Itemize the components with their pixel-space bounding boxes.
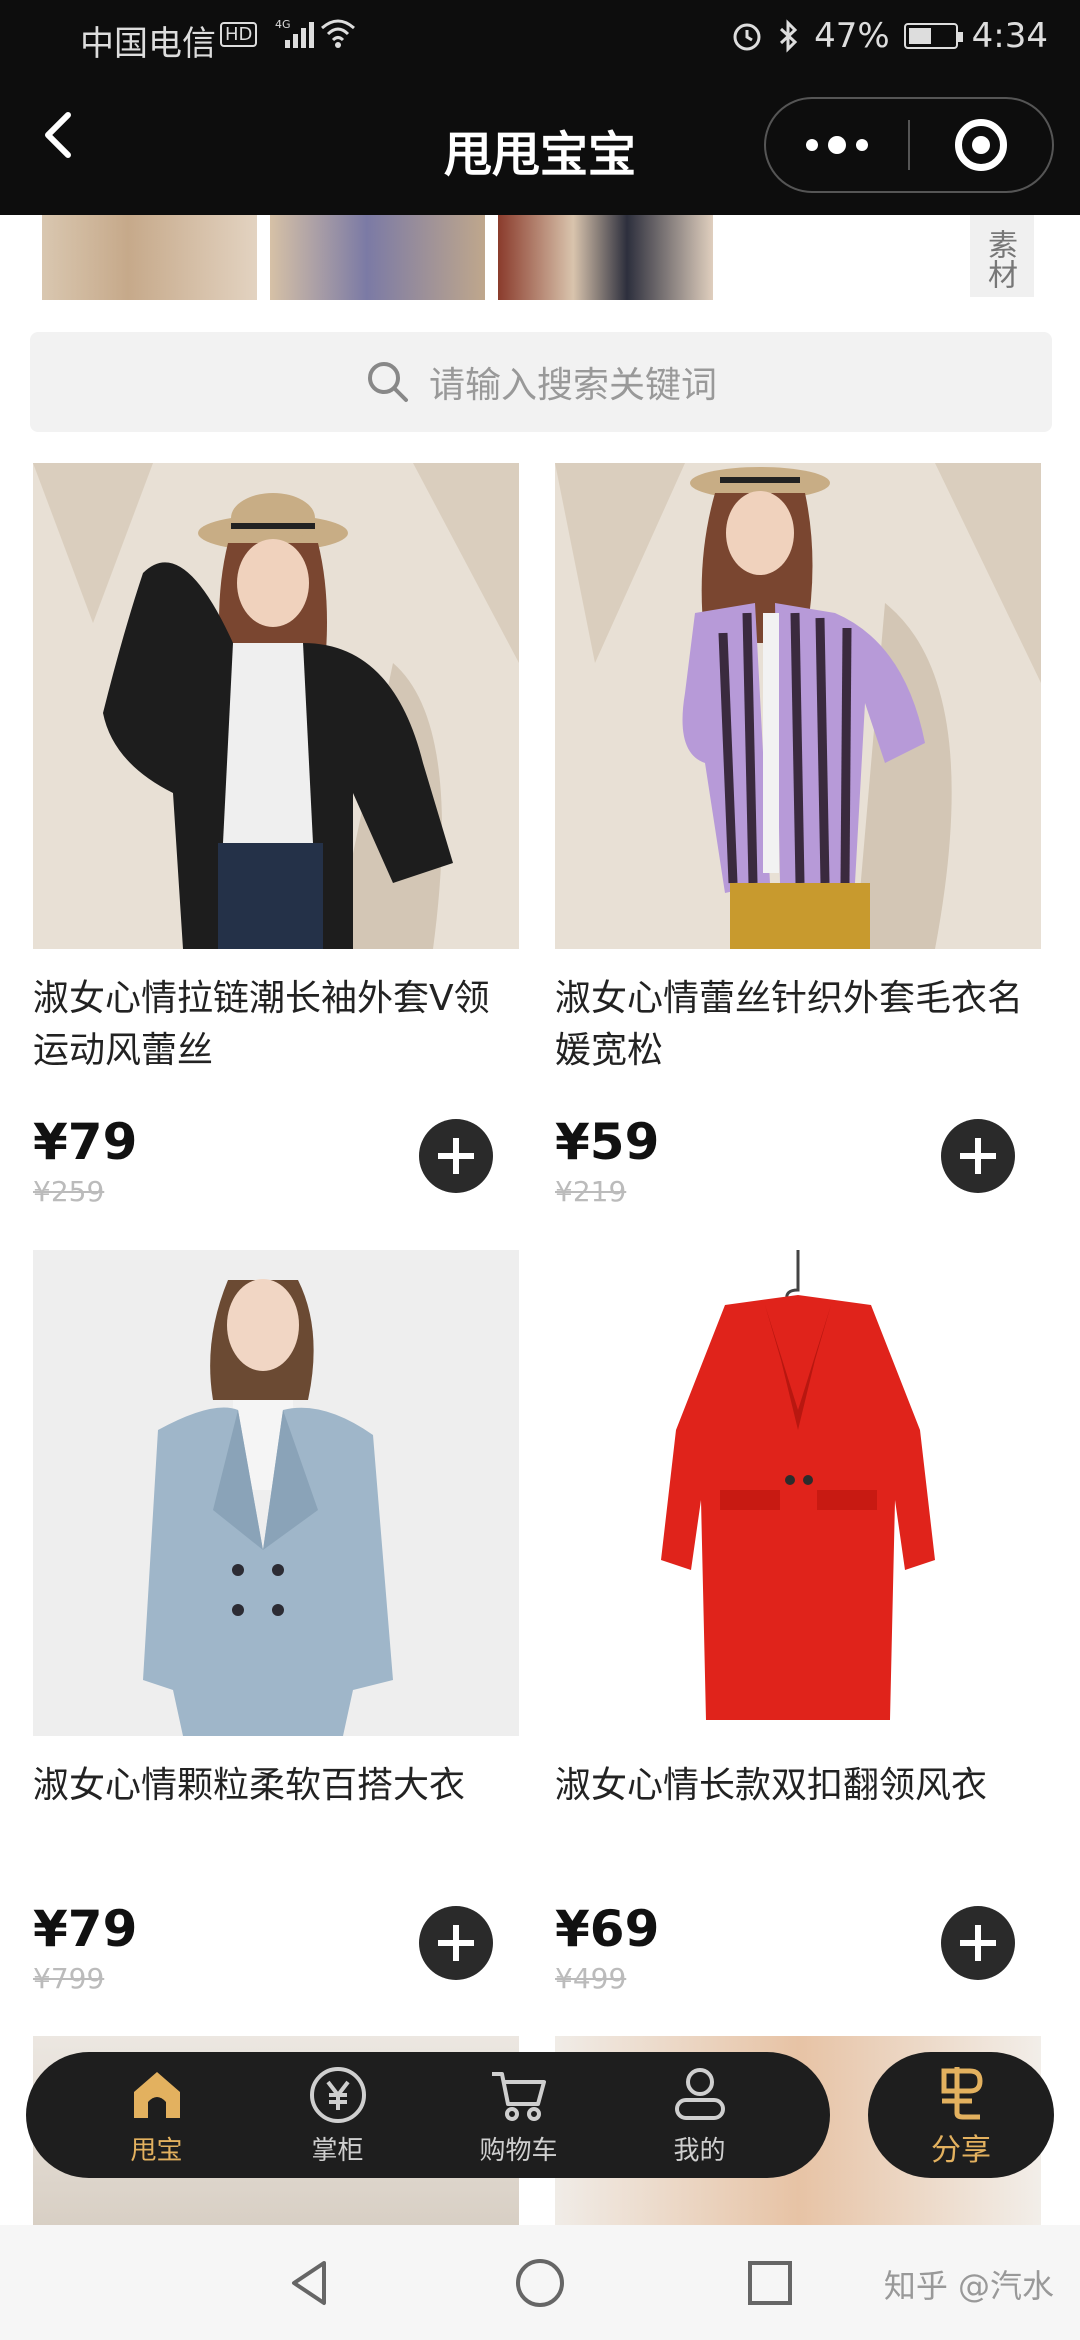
status-right: 47% 4:34 (730, 16, 1048, 56)
thumbnail-strip (0, 215, 1080, 300)
dot-icon (806, 139, 818, 151)
tab-shopkeeper[interactable]: 掌柜 (278, 2064, 398, 2167)
carrier-label: 中国电信 (80, 24, 216, 64)
product-name[interactable]: 淑女心情颗粒柔软百搭大衣 (33, 1760, 519, 1864)
title-bar: 甩甩宝宝 (0, 75, 1080, 215)
product-card[interactable]: 淑女心情颗粒柔软百搭大衣 ¥79 ¥799 (33, 1250, 519, 1995)
thumbnail-image[interactable] (42, 215, 257, 300)
nav-back-icon[interactable] (280, 2253, 340, 2313)
cart-icon (491, 2071, 546, 2121)
share-label: 分享 (931, 2133, 991, 2168)
add-to-cart-button[interactable] (419, 1119, 493, 1193)
product-card[interactable]: 淑女心情长款双扣翻领风衣 ¥69 ¥499 (555, 1250, 1041, 1995)
watermark: 知乎 @汽水 (883, 2267, 1054, 2305)
search-bar[interactable]: 请输入搜索关键词 (30, 332, 1052, 432)
product-name[interactable]: 淑女心情蕾丝针织外套毛衣名媛宽松 (555, 973, 1041, 1077)
tab-label: 掌柜 (311, 2135, 364, 2166)
product-name[interactable]: 淑女心情长款双扣翻领风衣 (555, 1760, 1041, 1864)
user-icon (674, 2067, 725, 2120)
share-logo-icon (941, 2067, 983, 2120)
nav-home-icon[interactable] (510, 2253, 570, 2313)
product-card[interactable]: 淑女心情拉链潮长袖外套V领运动风蕾丝 ¥79 ¥259 (33, 463, 519, 1208)
more-menu-button[interactable] (766, 99, 908, 191)
add-to-cart-button[interactable] (941, 1906, 1015, 1980)
product-original-price: ¥259 (33, 1175, 105, 1208)
clock: 4:34 (971, 16, 1048, 56)
mini-program-capsule (764, 97, 1054, 193)
battery-percent: 47% (814, 16, 890, 56)
product-image[interactable] (33, 463, 519, 949)
thumbnail-image[interactable] (270, 215, 485, 300)
product-price: ¥79 (33, 1113, 138, 1171)
search-icon (367, 362, 408, 402)
product-image[interactable] (555, 463, 1041, 949)
battery-icon (903, 23, 963, 49)
tab-mine[interactable]: 我的 (640, 2064, 760, 2167)
dot-icon (828, 136, 846, 154)
product-image[interactable] (555, 1250, 1041, 1736)
nav-recents-icon[interactable] (740, 2253, 800, 2313)
product-original-price: ¥799 (33, 1962, 105, 1995)
product-original-price: ¥219 (555, 1175, 627, 1208)
status-bar: 中国电信 HD 4G 47% 4:34 (0, 0, 1080, 75)
signal-icon: 4G (275, 18, 314, 48)
top-bar: 中国电信 HD 4G 47% 4:34 甩甩宝宝 (0, 0, 1080, 215)
product-price: ¥69 (555, 1900, 660, 1958)
screen: 中国电信 HD 4G 47% 4:34 甩甩宝宝 素材 请输入搜索关键词 淑女心… (0, 0, 1080, 2340)
product-image[interactable] (33, 1250, 519, 1736)
system-nav-bar: 知乎 @汽水 (0, 2225, 1080, 2340)
tab-label: 甩宝 (130, 2135, 183, 2166)
thumbnail-image[interactable] (498, 215, 713, 300)
product-price: ¥79 (33, 1900, 138, 1958)
bottom-tab-bar: 甩宝 掌柜 购物车 我的 (26, 2052, 830, 2178)
product-card[interactable]: 淑女心情蕾丝针织外套毛衣名媛宽松 ¥59 ¥219 (555, 463, 1041, 1208)
product-name[interactable]: 淑女心情拉链潮长袖外套V领运动风蕾丝 (33, 973, 519, 1077)
product-original-price: ¥499 (555, 1962, 627, 1995)
tab-label: 我的 (673, 2135, 726, 2166)
yen-icon (309, 2066, 366, 2123)
wifi-icon (321, 19, 355, 48)
target-icon (954, 119, 1007, 171)
material-tab[interactable]: 素材 (970, 215, 1034, 297)
bluetooth-icon (780, 19, 798, 53)
close-mini-program-button[interactable] (910, 99, 1052, 191)
tab-cart[interactable]: 购物车 (459, 2064, 579, 2167)
search-placeholder: 请输入搜索关键词 (428, 365, 717, 406)
add-to-cart-button[interactable] (419, 1906, 493, 1980)
share-button[interactable]: 分享 (868, 2052, 1054, 2178)
tab-label: 购物车 (479, 2135, 558, 2166)
add-to-cart-button[interactable] (941, 1119, 1015, 1193)
home-icon (133, 2071, 180, 2118)
product-price: ¥59 (555, 1113, 660, 1171)
alarm-icon (733, 23, 761, 51)
network-label: 4G (275, 18, 291, 31)
dot-icon (856, 139, 868, 151)
hd-badge: HD (220, 22, 258, 47)
tab-home[interactable]: 甩宝 (97, 2064, 217, 2167)
